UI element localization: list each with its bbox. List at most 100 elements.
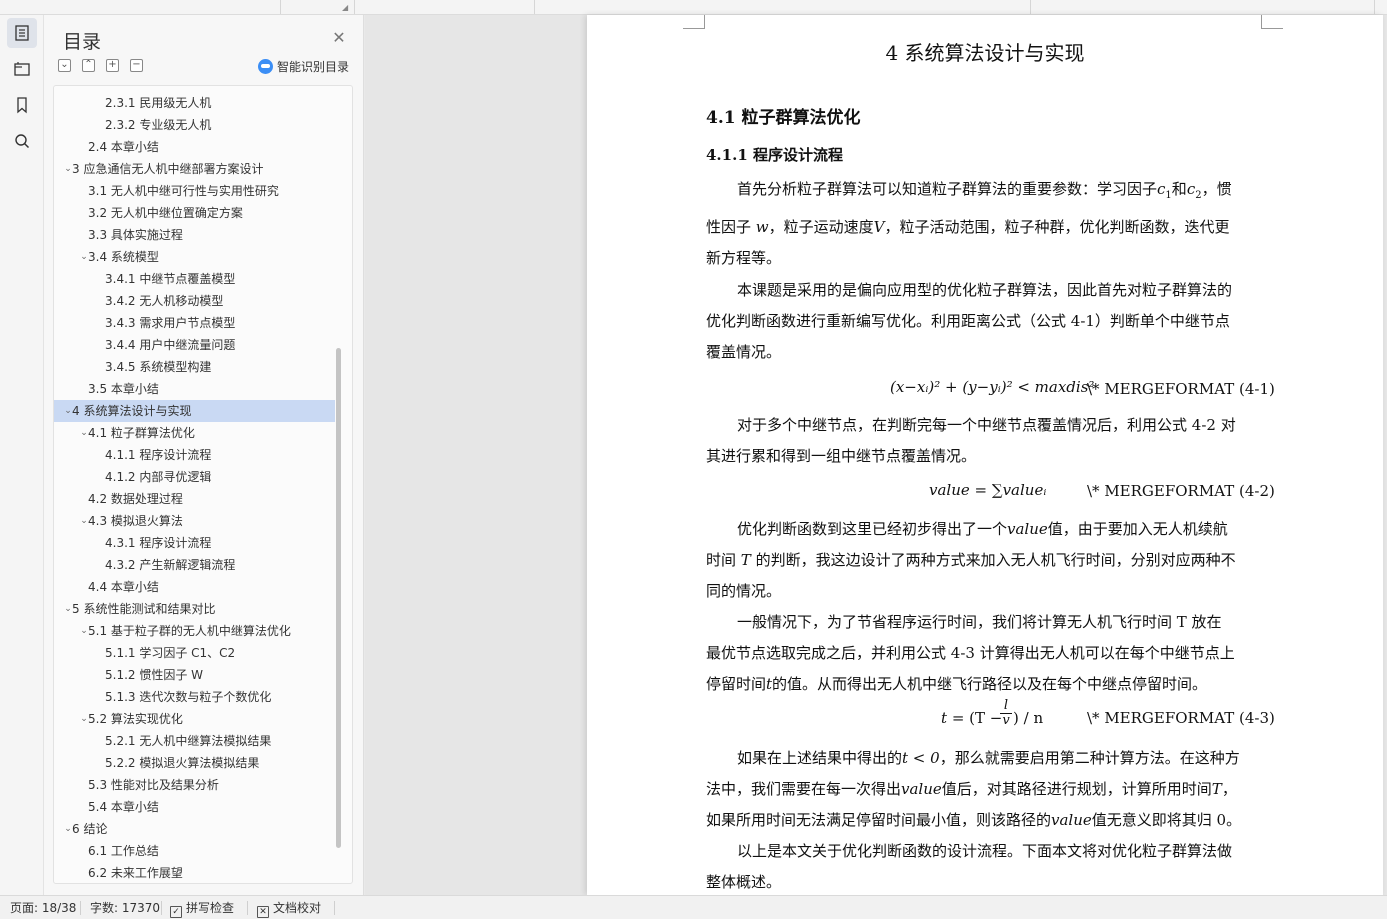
toolbar-separator — [1030, 0, 1031, 14]
toc-item[interactable]: 4.4 本章小结 — [54, 576, 335, 598]
toc-item[interactable]: 4.1.2 内部寻优逻辑 — [54, 466, 335, 488]
paragraph-line: 覆盖情况。 — [706, 343, 782, 361]
toc-item[interactable]: 3.4.4 用户中继流量问题 — [54, 334, 335, 356]
toc-item[interactable]: ⌄ 3 应急通信无人机中继部署方案设计 — [54, 158, 335, 180]
toc-item[interactable]: 3.4.3 需求用户节点模型 — [54, 312, 335, 334]
equation-tag: \* MERGEFORMAT (4-3) — [1087, 709, 1275, 727]
toc-item-label: 3.4.5 系统模型构建 — [105, 360, 212, 374]
toc-item[interactable]: 5.1.3 迭代次数与粒子个数优化 — [54, 686, 335, 708]
toolbar-separator — [1374, 0, 1375, 14]
spell-check-button[interactable]: ✓ 拼写检查 — [170, 896, 234, 919]
add-heading-icon[interactable]: + — [106, 59, 119, 72]
toc-item-label: 2.4 本章小结 — [88, 140, 159, 154]
top-toolbar-strip: ◢ — [0, 0, 1387, 15]
toc-item-label: 5.1 基于粒子群的无人机中继算法优化 — [88, 624, 291, 638]
toc-item[interactable]: 3.2 无人机中继位置确定方案 — [54, 202, 335, 224]
toc-item[interactable]: ⌄ 4 系统算法设计与实现 — [54, 400, 335, 422]
toc-item[interactable]: ⌄ 4.3 模拟退火算法 — [54, 510, 335, 532]
toc-item[interactable]: ⌄ 3.4 系统模型 — [54, 246, 335, 268]
status-separator — [80, 901, 81, 915]
spell-check-label: 拼写检查 — [186, 901, 235, 915]
paragraph-line: 最优节点选取完成之后，并利用公式 4-3 计算得出无人机可以在每个中继节点上 — [706, 644, 1235, 662]
paragraph-line: 本课题是采用的是偏向应用型的优化粒子群算法，因此首先对粒子群算法的 — [737, 281, 1233, 299]
page-counter[interactable]: 页面: 18/38 — [10, 896, 76, 919]
toc-item[interactable]: 5.2.2 模拟退火算法模拟结果 — [54, 752, 335, 774]
status-bar: 页面: 18/38 字数: 17370 ✓ 拼写检查 ✕ 文档校对 — [0, 895, 1387, 919]
document-page[interactable]: 4 系统算法设计与实现 4.1 粒子群算法优化 4.1.1 程序设计流程 首先分… — [587, 15, 1383, 895]
toc-item[interactable]: ⌄ 4.1 粒子群算法优化 — [54, 422, 335, 444]
navigation-rail — [0, 15, 44, 895]
paragraph-line: 如果所用时间无法满足停留时间最小值，则该路径的value值无意义即将其归 0。 — [706, 811, 1242, 829]
page-corner-mark — [1261, 15, 1283, 29]
search-icon[interactable] — [7, 126, 37, 156]
toc-item-label: 3.4.1 中继节点覆盖模型 — [105, 272, 236, 286]
resize-grip-icon[interactable]: ◢ — [342, 4, 348, 12]
toc-item[interactable]: 6.2 未来工作展望 — [54, 862, 335, 883]
toc-item-label: 4 系统算法设计与实现 — [72, 404, 192, 418]
toc-icon[interactable] — [7, 18, 37, 48]
paragraph-line: 其进行累和得到一组中继节点覆盖情况。 — [706, 447, 977, 465]
bookmark-icon[interactable] — [7, 90, 37, 120]
toc-item[interactable]: 3.5 本章小结 — [54, 378, 335, 400]
toc-item[interactable]: 5.1.1 学习因子 C1、C2 — [54, 642, 335, 664]
close-icon[interactable]: ✕ — [330, 29, 348, 47]
equation-4-3: t = (T − — [941, 709, 1003, 727]
toc-item[interactable]: ⌄ 5 系统性能测试和结果对比 — [54, 598, 335, 620]
toc-item-label: 4.1.1 程序设计流程 — [105, 448, 212, 462]
toc-item-label: 5.3 性能对比及结果分析 — [88, 778, 219, 792]
toc-item[interactable]: 5.1.2 惯性因子 W — [54, 664, 335, 686]
equation-4-2: value = ∑valueᵢ — [929, 481, 1047, 499]
toc-item-label: 3.4 系统模型 — [88, 250, 159, 264]
remove-heading-icon[interactable]: − — [130, 59, 143, 72]
toc-item[interactable]: 2.3.2 专业级无人机 — [54, 114, 335, 136]
toc-item-label: 2.3.1 民用级无人机 — [105, 96, 212, 110]
paragraph-line: 如果在上述结果中得出的t < 0，那么就需要启用第二种计算方法。在这种方 — [737, 749, 1240, 767]
toc-item[interactable]: 3.3 具体实施过程 — [54, 224, 335, 246]
toc-item-label: 5.2 算法实现优化 — [88, 712, 183, 726]
toc-item[interactable]: 3.1 无人机中继可行性与实用性研究 — [54, 180, 335, 202]
toc-item[interactable]: 4.2 数据处理过程 — [54, 488, 335, 510]
section-heading: 4.1 粒子群算法优化 — [706, 108, 861, 128]
toc-item[interactable]: 5.2.1 无人机中继算法模拟结果 — [54, 730, 335, 752]
doc-proof-button[interactable]: ✕ 文档校对 — [257, 896, 321, 919]
paragraph-line: 时间 T 的判断，我这边设计了两种方式来加入无人机飞行时间，分别对应两种不 — [706, 551, 1236, 569]
toc-item[interactable]: 3.4.1 中继节点覆盖模型 — [54, 268, 335, 290]
ai-toc-button[interactable]: 智能识别目录 — [258, 57, 349, 75]
collapse-all-icon[interactable]: ⌄ — [58, 59, 71, 72]
toc-item-label: 3.4.4 用户中继流量问题 — [105, 338, 236, 352]
toc-item[interactable]: 4.3.2 产生新解逻辑流程 — [54, 554, 335, 576]
ai-assistant-icon — [258, 58, 273, 74]
word-count[interactable]: 字数: 17370 — [90, 896, 160, 919]
expand-up-icon[interactable]: ⌃ — [82, 59, 95, 72]
paragraph-line: 优化判断函数进行重新编写优化。利用距离公式（公式 4-1）判断单个中继节点 — [706, 312, 1230, 330]
toc-scrollbar-thumb[interactable] — [336, 348, 341, 848]
status-separator — [247, 901, 248, 915]
toc-item[interactable]: ⌄ 5.1 基于粒子群的无人机中继算法优化 — [54, 620, 335, 642]
toc-item-label: 5.1.2 惯性因子 W — [105, 668, 204, 682]
toc-item[interactable]: 4.1.1 程序设计流程 — [54, 444, 335, 466]
ai-toc-label: 智能识别目录 — [277, 59, 350, 74]
toc-item-label: 3.5 本章小结 — [88, 382, 159, 396]
toc-item[interactable]: 3.4.5 系统模型构建 — [54, 356, 335, 378]
toc-item[interactable]: 6.1 工作总结 — [54, 840, 335, 862]
outline-icon[interactable] — [7, 54, 37, 84]
toc-item-label: 3.3 具体实施过程 — [88, 228, 183, 242]
toc-item[interactable]: 2.3.1 民用级无人机 — [54, 92, 335, 114]
toc-item[interactable]: 5.3 性能对比及结果分析 — [54, 774, 335, 796]
toolbar-separator — [280, 0, 281, 14]
paragraph-line: 对于多个中继节点，在判断完每一个中继节点覆盖情况后，利用公式 4-2 对 — [737, 416, 1236, 434]
check-icon: ✓ — [170, 906, 182, 918]
toc-item-label: 6 结论 — [72, 822, 108, 836]
toc-item-label: 3.1 无人机中继可行性与实用性研究 — [88, 184, 279, 198]
toc-item-label: 4.1 粒子群算法优化 — [88, 426, 195, 440]
toolbar-separator — [354, 0, 355, 14]
toc-item[interactable]: 5.4 本章小结 — [54, 796, 335, 818]
toc-item-label: 6.1 工作总结 — [88, 844, 159, 858]
toc-item[interactable]: 3.4.2 无人机移动模型 — [54, 290, 335, 312]
toc-item[interactable]: 2.4 本章小结 — [54, 136, 335, 158]
toc-item[interactable]: ⌄ 6 结论 — [54, 818, 335, 840]
toc-item-label: 4.3.1 程序设计流程 — [105, 536, 212, 550]
toc-item[interactable]: 4.3.1 程序设计流程 — [54, 532, 335, 554]
toc-item[interactable]: ⌄ 5.2 算法实现优化 — [54, 708, 335, 730]
toc-item-label: 5.1.1 学习因子 C1、C2 — [105, 646, 236, 660]
